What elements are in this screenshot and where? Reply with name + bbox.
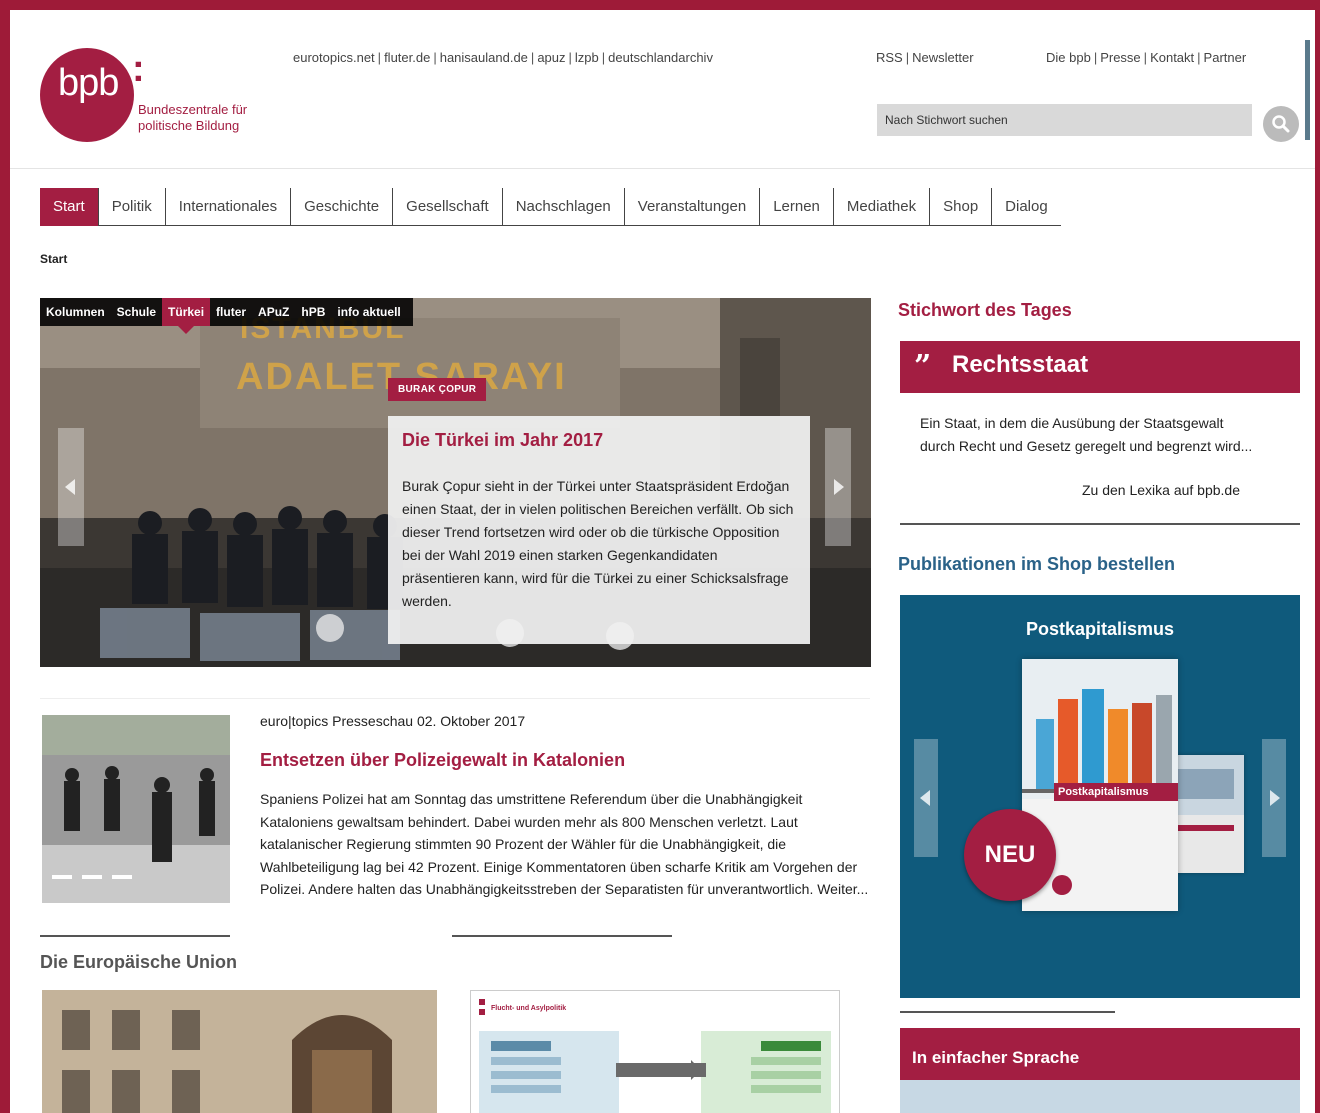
shop-prev-button[interactable] [914,739,938,857]
hero-slider[interactable]: ISTANBUL ADALET SARAYI Kolumnen Schule T… [40,298,871,667]
hero-tab-info-aktuell[interactable]: info aktuell [331,298,406,326]
eu-image-parliament[interactable] [42,990,437,1113]
book-label: Postkapitalismus [1054,783,1178,801]
eu-diagram[interactable]: Flucht- und Asylpolitik [470,990,840,1113]
page: bpb : Bundeszentrale für politische Bild… [10,10,1315,1113]
service-links: Die bpb | Presse | Kontakt | Partner [1046,50,1247,65]
nav-tab-start[interactable]: Start [40,188,99,226]
search-button[interactable] [1263,106,1299,142]
nav-tab-internationales[interactable]: Internationales [166,188,292,226]
chevron-left-icon [65,479,75,495]
chevron-right-icon [1270,790,1280,806]
chevron-left-icon [920,790,930,806]
org-name[interactable]: Bundeszentrale für politische Bildung [138,102,298,134]
logo-colon: : [132,48,145,90]
sidebar-divider [900,523,1300,525]
link-presse[interactable]: Presse [1100,50,1140,65]
section-separator [452,935,672,937]
hero-tab-kolumnen[interactable]: Kolumnen [40,298,111,326]
nav-tab-geschichte[interactable]: Geschichte [291,188,394,226]
quote-icon: ” [914,349,932,384]
hero-text: Burak Çopur sieht in der Türkei unter St… [402,478,794,609]
police-photo [42,715,230,903]
link-die-bpb[interactable]: Die bpb [1046,50,1091,65]
hero-title[interactable]: Die Türkei im Jahr 2017 [402,430,796,451]
article-text: Spaniens Polizei hat am Sonntag das umst… [260,791,869,897]
shop-heading[interactable]: Publikationen im Shop bestellen [898,554,1175,575]
nav-tab-nachschlagen[interactable]: Nachschlagen [503,188,625,226]
keyword-banner[interactable]: ” Rechtsstaat [900,341,1300,393]
section-separator [40,935,230,937]
chevron-right-icon [834,479,844,495]
article-image[interactable] [42,715,230,903]
scrollbar-thumb[interactable] [1305,40,1310,140]
nav-tab-politik[interactable]: Politik [99,188,166,226]
link-partner[interactable]: Partner [1204,50,1247,65]
header-divider [10,168,1315,169]
easy-language-heading[interactable]: In einfacher Sprache [900,1028,1300,1080]
hero-prev-button[interactable] [58,428,84,546]
link-apuz[interactable]: apuz [537,50,565,65]
hero-tabs: Kolumnen Schule Türkei fluter APuZ hPB i… [40,298,413,334]
link-eurotopics[interactable]: eurotopics.net [293,50,375,65]
hero-tab-apuz[interactable]: APuZ [252,298,295,326]
rss-links: RSS | Newsletter [876,50,974,65]
diagram-title: Flucht- und Asylpolitik [491,1005,567,1012]
hero-teaser[interactable]: Die Türkei im Jahr 2017 Burak Çopur sieh… [388,416,810,644]
shop-carousel[interactable]: Postkapitalismus Postkapitalismus NEU [900,595,1300,998]
logo-text[interactable]: bpb [58,62,119,105]
keyword-heading: Stichwort des Tages [898,300,1072,320]
article-title[interactable]: Entsetzen über Polizeigewalt in Kataloni… [260,750,625,771]
keyword-title[interactable]: Rechtsstaat [952,351,1088,379]
eu-section-heading: Die Europäische Union [40,952,238,972]
nav-tab-gesellschaft[interactable]: Gesellschaft [393,188,503,226]
easy-language-panel[interactable] [900,1080,1300,1113]
article-divider [40,698,870,699]
hero-tab-hpb[interactable]: hPB [295,298,331,326]
link-fluter[interactable]: fluter.de [384,50,430,65]
search-icon [1272,115,1290,133]
link-hanisauland[interactable]: hanisauland.de [440,50,528,65]
nav-tab-shop[interactable]: Shop [930,188,993,226]
org-name-line2: politische Bildung [138,118,240,133]
sidebar-divider [900,1011,1115,1013]
shop-item-title[interactable]: Postkapitalismus [900,619,1300,640]
link-newsletter[interactable]: Newsletter [912,50,973,65]
keyword-text: Ein Staat, in dem die Ausübung der Staat… [920,415,1253,454]
hero-next-button[interactable] [825,428,851,546]
building-photo [42,990,437,1113]
link-deutschlandarchiv[interactable]: deutschlandarchiv [608,50,713,65]
new-badge: NEU [964,809,1056,901]
nav-tab-lernen[interactable]: Lernen [760,188,834,226]
search-input[interactable] [877,104,1252,136]
nav-tab-dialog[interactable]: Dialog [992,188,1061,226]
link-kontakt[interactable]: Kontakt [1150,50,1194,65]
partner-sites-links: eurotopics.net | fluter.de | hanisauland.de |… [293,50,713,65]
breadcrumb[interactable]: Start [40,252,67,266]
hero-tab-fluter[interactable]: fluter [210,298,252,326]
nav-tab-mediathek[interactable]: Mediathek [834,188,931,226]
lexika-link[interactable]: Zu den Lexika auf bpb.de [1082,482,1240,498]
nav-tab-veranstaltungen[interactable]: Veranstaltungen [625,188,761,226]
hero-author-badge: BURAK ÇOPUR [388,378,487,401]
shop-next-button[interactable] [1262,739,1286,857]
hero-tab-schule[interactable]: Schule [111,298,162,326]
article-meta: euro|topics Presseschau 02. Oktober 2017 [260,713,526,729]
hero-tab-tuerkei[interactable]: Türkei [162,298,211,334]
main-nav: Start Politik Internationales Geschichte… [40,188,1061,226]
org-name-line1: Bundeszentrale für [138,102,248,117]
link-lzpb[interactable]: lzpb [575,50,599,65]
link-rss[interactable]: RSS [876,50,903,65]
